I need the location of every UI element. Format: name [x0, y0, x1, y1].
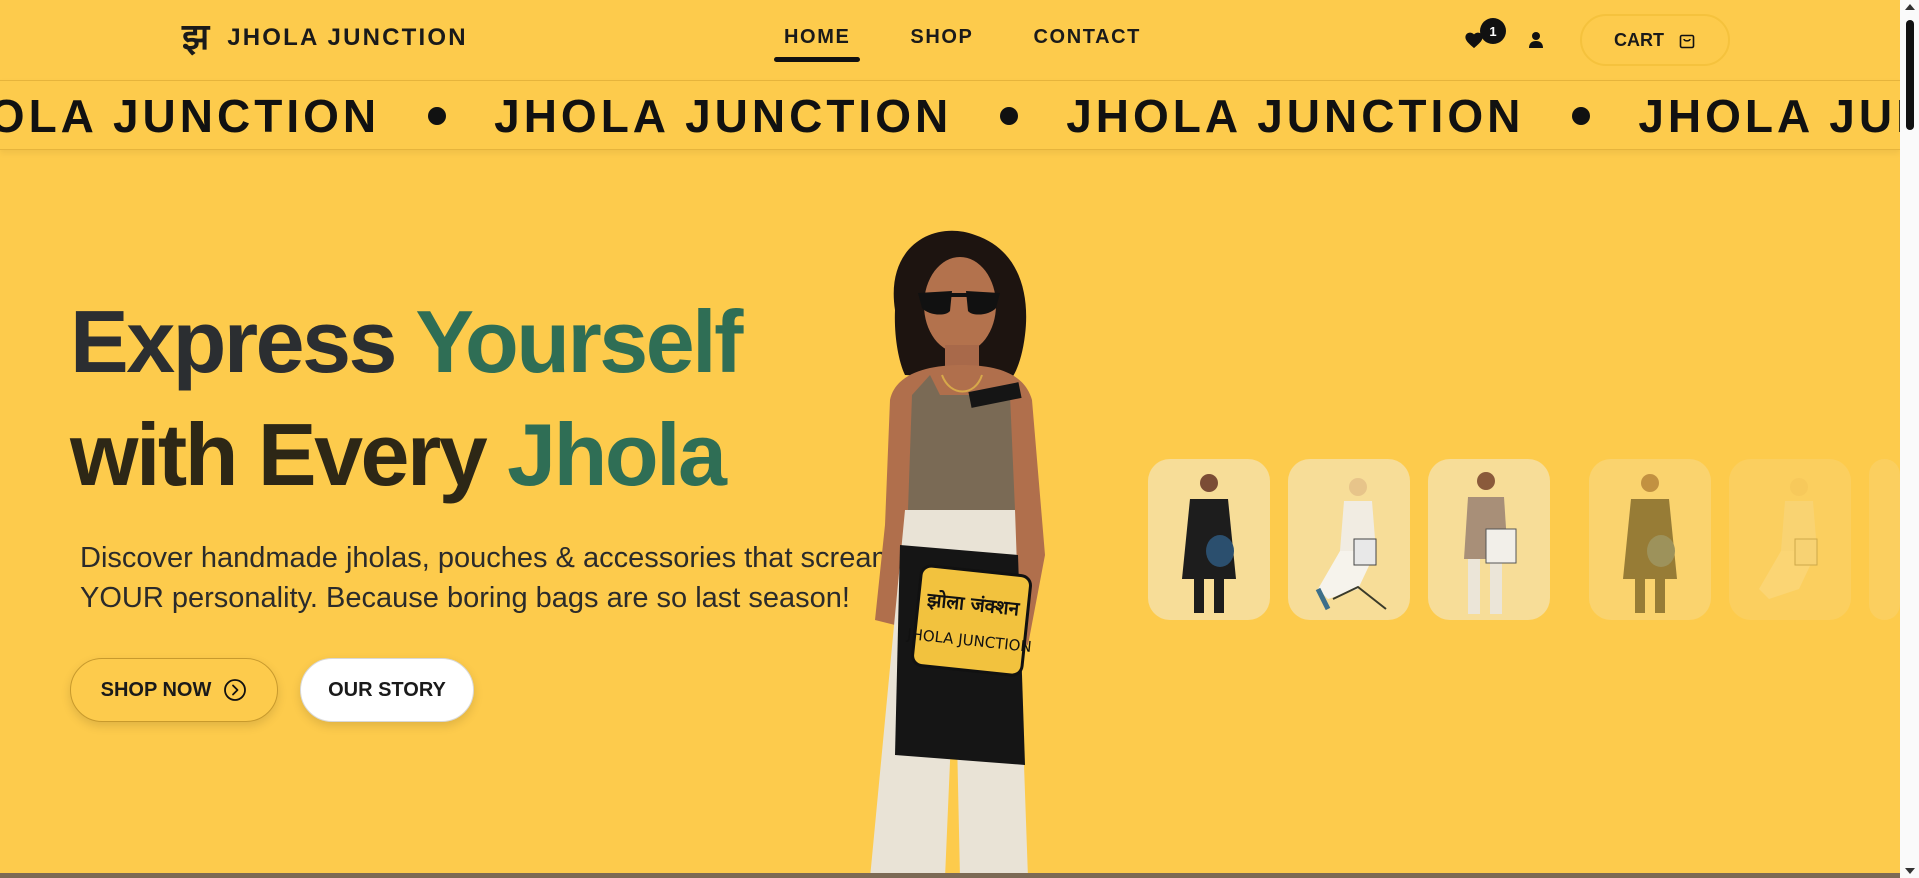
- logo-mark-icon: झ: [182, 17, 210, 58]
- our-story-label: OUR STORY: [328, 678, 446, 701]
- marquee-track: JHOLA JUNCTION JHOLA JUNCTION JHOLA JUNC…: [0, 89, 1900, 143]
- hero-subtitle: Discover handmade jholas, pouches & acce…: [80, 542, 896, 614]
- main-nav: HOME SHOP CONTACT: [773, 26, 1141, 62]
- marquee-item: JHOLA JUNCTION: [1066, 90, 1525, 142]
- product-thumbnail[interactable]: [1148, 459, 1270, 620]
- model-man-black-coat-image: [1182, 474, 1236, 613]
- headline-word-accent: Yourself: [415, 292, 743, 391]
- headline-word: with Every: [70, 405, 488, 504]
- nav-shop[interactable]: SHOP: [910, 26, 973, 49]
- model-woman-seated-image: [1315, 478, 1387, 611]
- account-button[interactable]: [1522, 26, 1550, 54]
- headline-word: Express: [70, 292, 397, 391]
- hero-headline: Express Yourself with Every Jhola: [70, 285, 743, 511]
- product-thumbnail[interactable]: [1288, 459, 1410, 620]
- arrow-right-circle-icon: [224, 679, 247, 701]
- site-header: झ JHOLA JUNCTION HOME SHOP CONTACT 1 CAR…: [0, 0, 1900, 80]
- product-thumbnail[interactable]: [1428, 459, 1550, 620]
- cart-label: CART: [1614, 29, 1664, 50]
- marquee-dot-icon: [428, 107, 447, 125]
- nav-contact[interactable]: CONTACT: [1034, 26, 1141, 49]
- bag-icon: [1679, 34, 1695, 49]
- user-icon: [1529, 32, 1543, 48]
- scroll-down-icon[interactable]: [1905, 868, 1915, 874]
- brand-logo[interactable]: झ JHOLA JUNCTION: [182, 20, 468, 56]
- product-thumbnail[interactable]: [1589, 459, 1711, 620]
- marquee-item: JHOLA JUNCTION: [0, 90, 381, 142]
- cart-button[interactable]: CART: [1580, 14, 1730, 66]
- page-scrollbar[interactable]: [1900, 0, 1919, 878]
- scroll-thumb[interactable]: [1906, 20, 1914, 130]
- shop-now-label: SHOP NOW: [100, 678, 212, 701]
- nav-home[interactable]: HOME: [773, 26, 861, 62]
- next-section-edge: [0, 873, 1900, 878]
- our-story-button[interactable]: OUR STORY: [300, 658, 474, 722]
- marquee-dot-icon: [1000, 107, 1019, 125]
- marquee-item: JHOLA JUNCTION: [494, 90, 953, 142]
- hero-model-image: झोला जंक्शन JHOLA JUNCTION: [870, 230, 1045, 878]
- product-thumbnail[interactable]: [1869, 459, 1900, 620]
- headline-word-accent: Jhola: [507, 405, 727, 504]
- brand-marquee: JHOLA JUNCTION JHOLA JUNCTION JHOLA JUNC…: [0, 80, 1900, 150]
- wishlist-count-badge: 1: [1480, 18, 1506, 44]
- product-thumbnail[interactable]: [1729, 459, 1851, 620]
- brand-name: JHOLA JUNCTION: [227, 24, 468, 51]
- model-man-tote-image: [1464, 472, 1517, 614]
- marquee-dot-icon: [1572, 107, 1591, 125]
- scroll-up-icon[interactable]: [1905, 4, 1915, 10]
- wishlist-button[interactable]: 1: [1460, 18, 1506, 54]
- model-man-black-coat-image: [1623, 474, 1677, 613]
- marquee-item: JHOLA JUNCTION: [1638, 90, 1900, 142]
- model-woman-seated-image: [1759, 478, 1818, 599]
- shop-now-button[interactable]: SHOP NOW: [70, 658, 278, 722]
